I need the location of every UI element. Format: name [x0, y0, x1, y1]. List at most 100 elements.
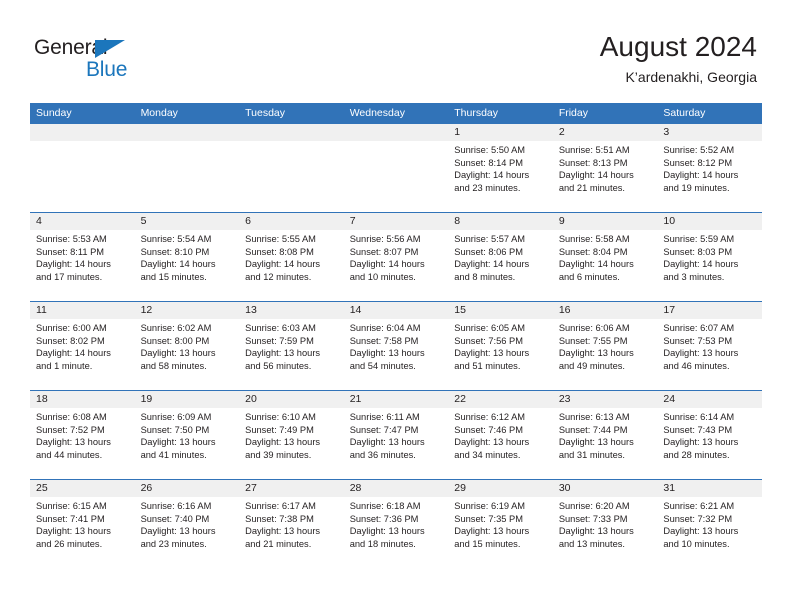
- day-detail-line: Daylight: 13 hours: [349, 437, 425, 448]
- day-number: 24: [657, 391, 762, 408]
- day-detail-line: and 12 minutes.: [245, 271, 312, 282]
- calendar-day-cell[interactable]: 21 Sunrise: 6:11 AM Sunset: 7:47 PM Dayligh…: [343, 390, 449, 480]
- calendar-day-cell[interactable]: 6 Sunrise: 5:55 AM Sunset: 8:08 PM Daylight…: [239, 212, 344, 302]
- day-cell-inner: 25 Sunrise: 6:15 AM Sunset: 7:41 PM Dayligh…: [30, 480, 135, 568]
- calendar-day-cell[interactable]: 25 Sunrise: 6:15 AM Sunset: 7:41 PM Dayligh…: [30, 479, 135, 568]
- day-sun-details: Sunrise: 6:15 AM Sunset: 7:41 PM Daylight:…: [30, 497, 135, 550]
- calendar-day-cell[interactable]: 30 Sunrise: 6:20 AM Sunset: 7:33 PM Dayligh…: [552, 479, 658, 568]
- day-detail-line: Sunrise: 6:18 AM: [349, 501, 421, 511]
- calendar-day-cell[interactable]: 23 Sunrise: 6:13 AM Sunset: 7:44 PM Dayligh…: [552, 390, 658, 480]
- day-number: 13: [239, 302, 344, 319]
- calendar-day-cell[interactable]: 28 Sunrise: 6:18 AM Sunset: 7:36 PM Dayligh…: [343, 479, 449, 568]
- calendar-day-cell[interactable]: 7 Sunrise: 5:56 AM Sunset: 8:07 PM Daylight…: [343, 212, 449, 302]
- day-number: 4: [30, 213, 135, 230]
- day-number: 2: [552, 124, 658, 141]
- day-detail-line: Sunrise: 5:57 AM: [454, 234, 526, 244]
- day-number: 17: [657, 302, 762, 319]
- day-detail-line: Sunrise: 5:59 AM: [663, 234, 735, 244]
- day-detail-line: Daylight: 14 hours: [36, 259, 111, 270]
- day-detail-line: and 15 minutes.: [454, 538, 521, 549]
- day-detail-line: Daylight: 14 hours: [349, 259, 425, 270]
- calendar-day-cell[interactable]: 22 Sunrise: 6:12 AM Sunset: 7:46 PM Dayligh…: [448, 390, 553, 480]
- calendar-day-cell[interactable]: 12 Sunrise: 6:02 AM Sunset: 8:00 PM Dayligh…: [134, 301, 240, 391]
- calendar-day-cell[interactable]: 13 Sunrise: 6:03 AM Sunset: 7:59 PM Dayligh…: [239, 301, 344, 391]
- day-number: 31: [657, 480, 762, 497]
- day-detail-line: Sunset: 8:06 PM: [454, 246, 523, 257]
- day-number: 27: [239, 480, 344, 497]
- weekday-header-tuesday: Tuesday: [239, 103, 344, 124]
- day-detail-line: Daylight: 14 hours: [663, 259, 739, 270]
- calendar-day-cell[interactable]: 9 Sunrise: 5:58 AM Sunset: 8:04 PM Daylight…: [552, 212, 658, 302]
- day-cell-inner: 29 Sunrise: 6:19 AM Sunset: 7:35 PM Dayligh…: [448, 480, 553, 568]
- day-detail-line: Daylight: 13 hours: [349, 526, 425, 537]
- day-detail-line: Sunrise: 5:53 AM: [36, 234, 107, 244]
- day-detail-line: and 44 minutes.: [36, 449, 103, 460]
- day-detail-line: Sunset: 7:59 PM: [245, 335, 314, 346]
- day-detail-line: and 19 minutes.: [663, 182, 730, 193]
- day-detail-line: Sunrise: 6:17 AM: [245, 501, 316, 511]
- day-detail-line: and 23 minutes.: [454, 182, 521, 193]
- day-sun-details: Sunrise: 6:11 AM Sunset: 7:47 PM Daylight:…: [344, 408, 449, 461]
- calendar-day-cell[interactable]: 20 Sunrise: 6:10 AM Sunset: 7:49 PM Dayligh…: [239, 390, 344, 480]
- calendar-day-cell[interactable]: 5 Sunrise: 5:54 AM Sunset: 8:10 PM Daylight…: [134, 212, 240, 302]
- calendar-day-cell[interactable]: 10 Sunrise: 5:59 AM Sunset: 8:03 PM Dayligh…: [657, 212, 762, 302]
- day-sun-details: Sunrise: 5:59 AM Sunset: 8:03 PM Daylight:…: [657, 230, 762, 283]
- day-detail-line: Sunrise: 6:20 AM: [558, 501, 630, 511]
- day-detail-line: and 54 minutes.: [349, 360, 416, 371]
- day-detail-line: Daylight: 13 hours: [454, 348, 530, 359]
- calendar-day-cell[interactable]: 16 Sunrise: 6:06 AM Sunset: 7:55 PM Dayligh…: [552, 301, 658, 391]
- calendar-day-cell[interactable]: 17 Sunrise: 6:07 AM Sunset: 7:53 PM Dayligh…: [657, 301, 762, 391]
- day-detail-line: Sunrise: 6:08 AM: [36, 412, 107, 422]
- day-detail-line: Sunrise: 5:51 AM: [558, 145, 630, 155]
- calendar-day-cell[interactable]: 15 Sunrise: 6:05 AM Sunset: 7:56 PM Dayligh…: [448, 301, 553, 391]
- day-sun-details: Sunrise: 6:00 AM Sunset: 8:02 PM Daylight:…: [30, 319, 135, 372]
- day-number: 26: [134, 480, 240, 497]
- day-detail-line: and 3 minutes.: [663, 271, 725, 282]
- calendar-day-cell[interactable]: 4 Sunrise: 5:53 AM Sunset: 8:11 PM Daylight…: [30, 212, 135, 302]
- day-detail-line: Sunset: 8:10 PM: [140, 246, 210, 257]
- weekday-header-wednesday: Wednesday: [343, 103, 449, 124]
- day-detail-line: and 46 minutes.: [663, 360, 730, 371]
- day-detail-line: and 17 minutes.: [36, 271, 103, 282]
- day-detail-line: and 13 minutes.: [558, 538, 625, 549]
- calendar-day-cell[interactable]: 19 Sunrise: 6:09 AM Sunset: 7:50 PM Dayligh…: [134, 390, 240, 480]
- day-detail-line: and 10 minutes.: [663, 538, 730, 549]
- calendar-day-cell[interactable]: 1 Sunrise: 5:50 AM Sunset: 8:14 PM Daylight…: [448, 124, 553, 213]
- day-sun-details: Sunrise: 6:19 AM Sunset: 7:35 PM Daylight:…: [448, 497, 553, 550]
- calendar-day-cell[interactable]: 8 Sunrise: 5:57 AM Sunset: 8:06 PM Daylight…: [448, 212, 553, 302]
- day-number: 28: [343, 480, 449, 497]
- day-detail-line: Sunset: 7:49 PM: [245, 424, 314, 435]
- day-detail-line: Sunset: 7:56 PM: [454, 335, 523, 346]
- day-detail-line: and 31 minutes.: [558, 449, 625, 460]
- calendar-day-cell[interactable]: 3 Sunrise: 5:52 AM Sunset: 8:12 PM Daylight…: [657, 124, 762, 213]
- day-detail-line: Sunrise: 6:06 AM: [558, 323, 630, 333]
- calendar-day-cell[interactable]: 27 Sunrise: 6:17 AM Sunset: 7:38 PM Dayligh…: [239, 479, 344, 568]
- calendar-day-cell[interactable]: 31 Sunrise: 6:21 AM Sunset: 7:32 PM Dayligh…: [657, 479, 762, 568]
- day-number: 30: [552, 480, 658, 497]
- calendar-day-cell[interactable]: 11 Sunrise: 6:00 AM Sunset: 8:02 PM Dayligh…: [30, 301, 135, 391]
- day-sun-details: Sunrise: 6:09 AM Sunset: 7:50 PM Daylight:…: [135, 408, 240, 461]
- calendar-day-cell-empty: [134, 124, 240, 213]
- day-number: 20: [239, 391, 344, 408]
- day-sun-details: Sunrise: 6:18 AM Sunset: 7:36 PM Daylight:…: [344, 497, 449, 550]
- triangle-icon: [95, 40, 125, 58]
- day-sun-details: Sunrise: 5:53 AM Sunset: 8:11 PM Daylight:…: [30, 230, 135, 283]
- calendar-day-cell[interactable]: 29 Sunrise: 6:19 AM Sunset: 7:35 PM Dayligh…: [448, 479, 553, 568]
- day-detail-line: Daylight: 13 hours: [558, 348, 634, 359]
- day-sun-details: Sunrise: 6:03 AM Sunset: 7:59 PM Daylight:…: [239, 319, 344, 372]
- day-detail-line: Sunset: 7:41 PM: [36, 513, 105, 524]
- calendar-day-cell[interactable]: 26 Sunrise: 6:16 AM Sunset: 7:40 PM Dayligh…: [134, 479, 240, 568]
- day-detail-line: Sunrise: 6:07 AM: [663, 323, 735, 333]
- day-sun-details: Sunrise: 6:06 AM Sunset: 7:55 PM Daylight:…: [553, 319, 658, 372]
- day-cell-inner: 3 Sunrise: 5:52 AM Sunset: 8:12 PM Daylight…: [657, 124, 762, 212]
- calendar-day-cell[interactable]: 14 Sunrise: 6:04 AM Sunset: 7:58 PM Dayligh…: [343, 301, 449, 391]
- day-cell-inner: 6 Sunrise: 5:55 AM Sunset: 8:08 PM Daylight…: [239, 213, 344, 301]
- calendar-day-cell[interactable]: 24 Sunrise: 6:14 AM Sunset: 7:43 PM Dayligh…: [657, 390, 762, 480]
- day-detail-line: Sunrise: 6:02 AM: [140, 323, 212, 333]
- calendar-day-cell[interactable]: 18 Sunrise: 6:08 AM Sunset: 7:52 PM Dayligh…: [30, 390, 135, 480]
- day-cell-inner: 21 Sunrise: 6:11 AM Sunset: 7:47 PM Dayligh…: [343, 391, 449, 479]
- day-detail-line: and 18 minutes.: [349, 538, 416, 549]
- calendar-day-cell[interactable]: 2 Sunrise: 5:51 AM Sunset: 8:13 PM Daylight…: [552, 124, 658, 213]
- day-sun-details: Sunrise: 6:04 AM Sunset: 7:58 PM Daylight:…: [344, 319, 449, 372]
- day-detail-line: Daylight: 13 hours: [36, 437, 111, 448]
